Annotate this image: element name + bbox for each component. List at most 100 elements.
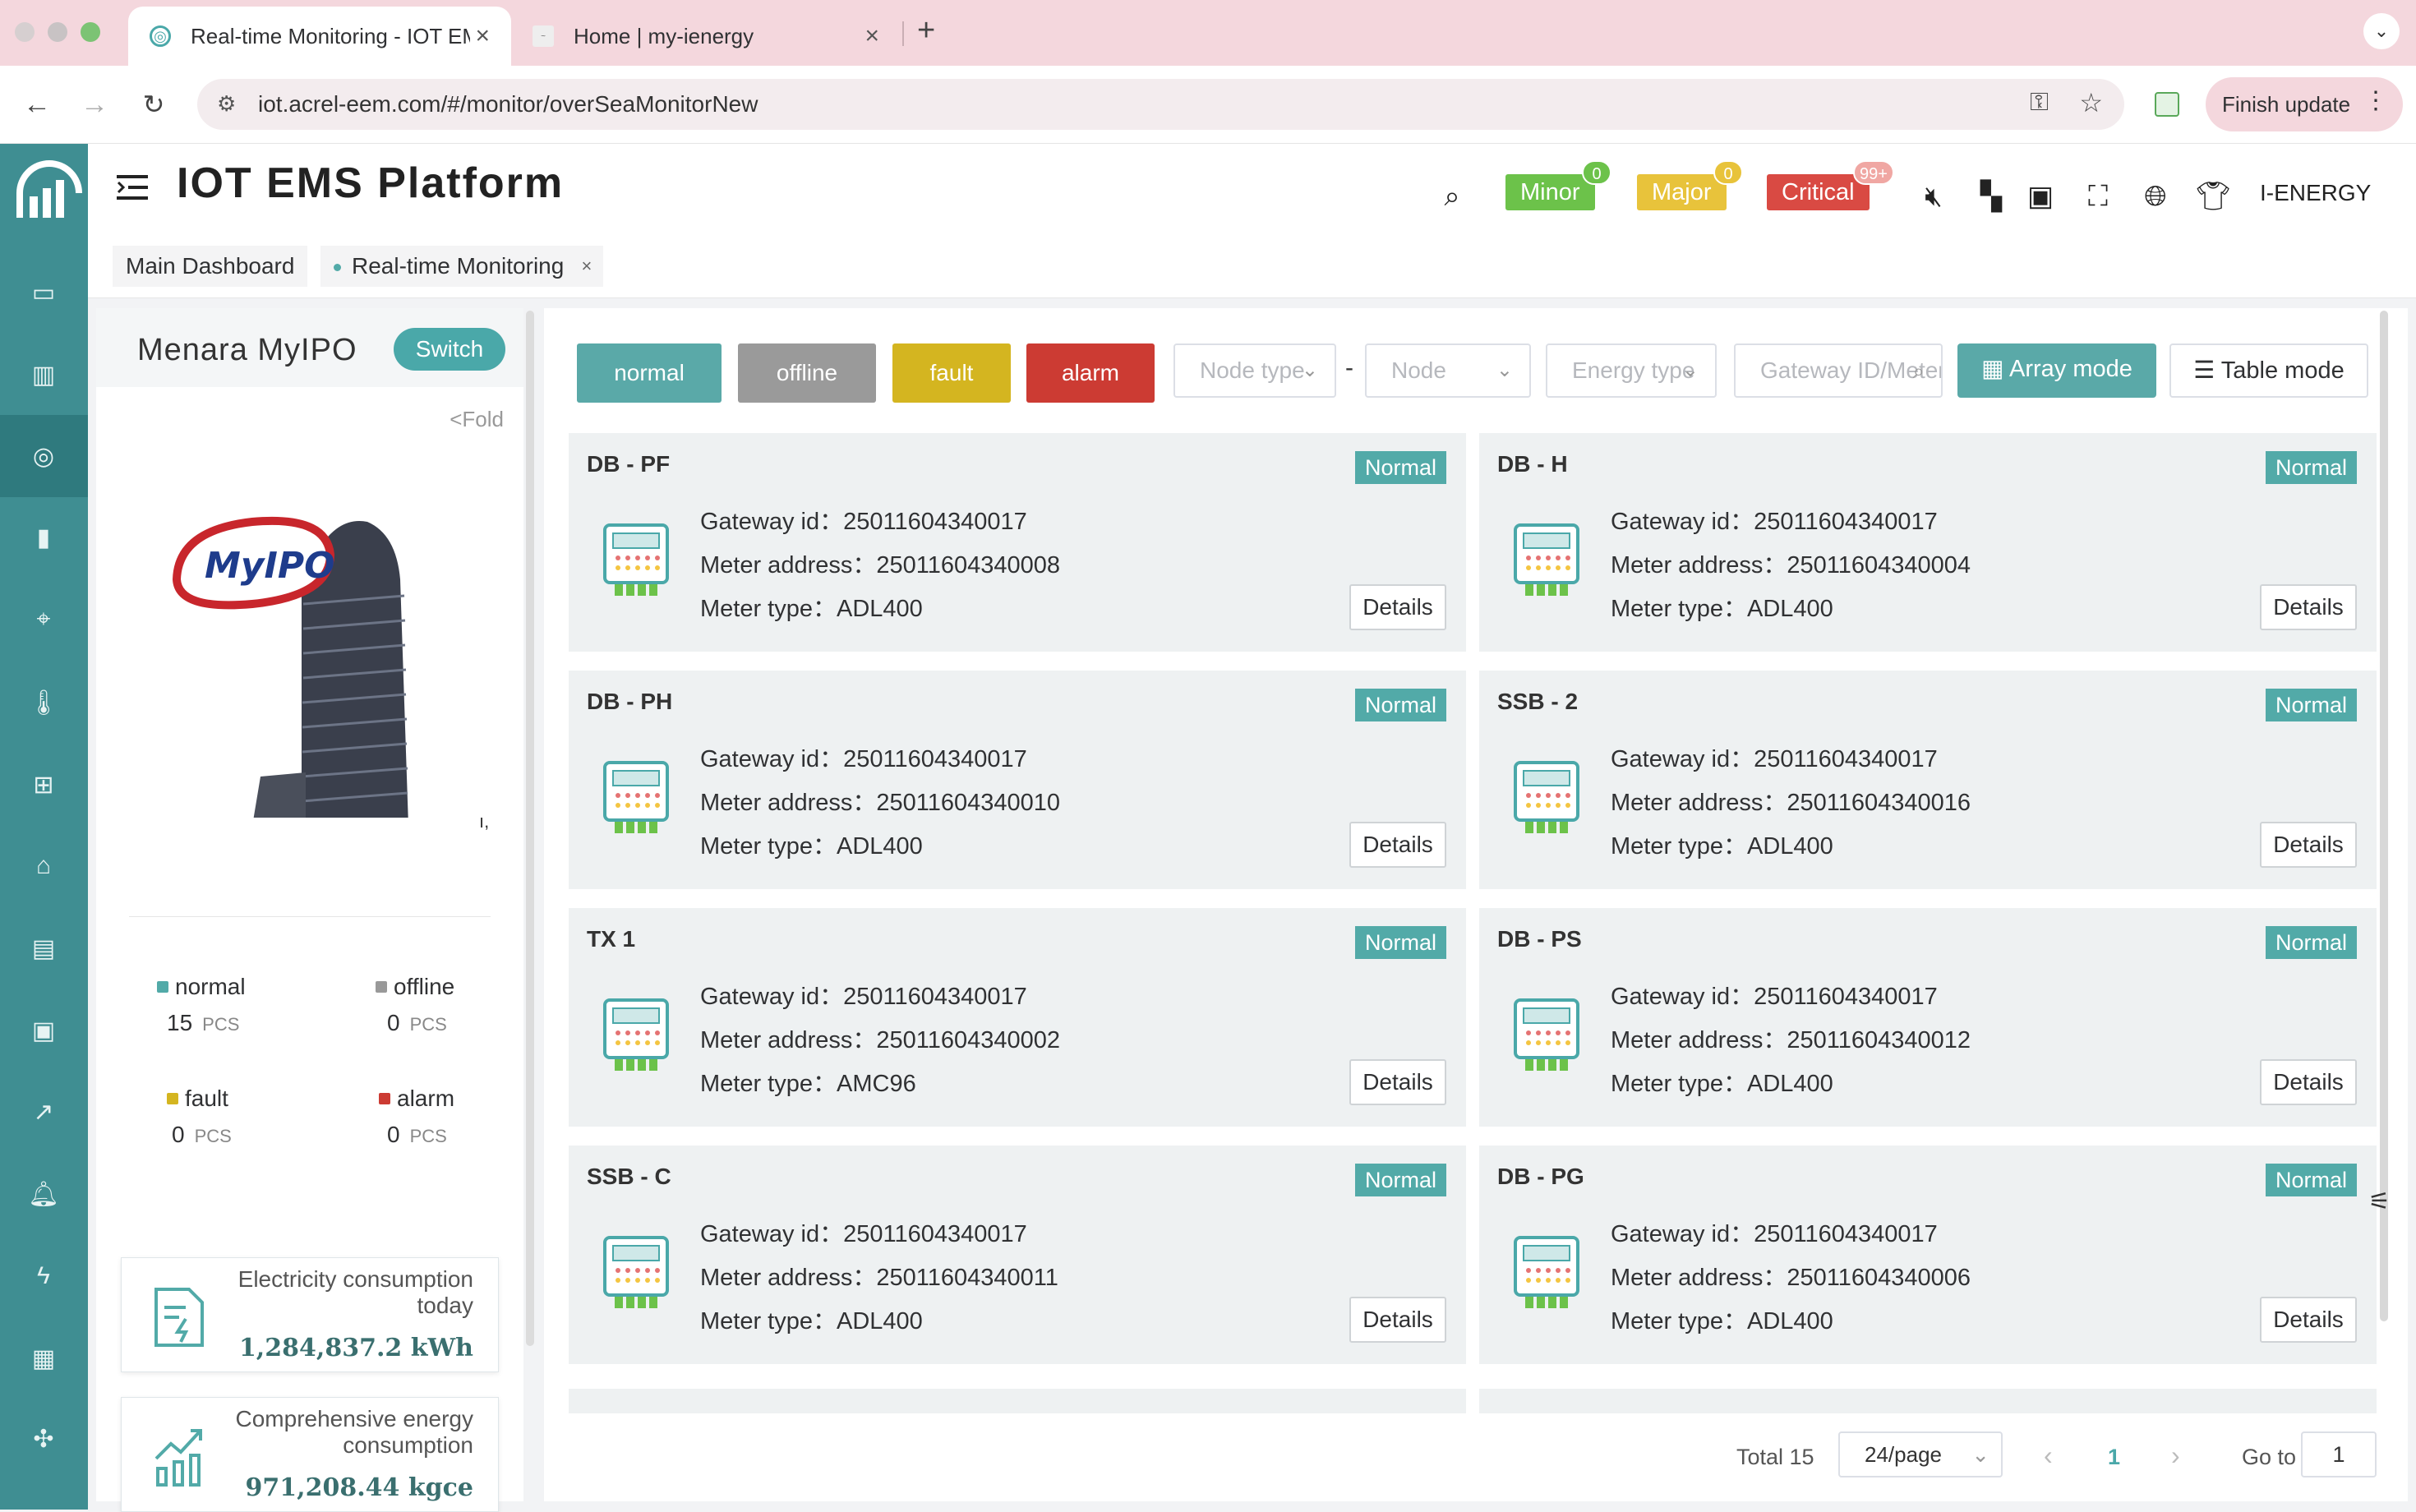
bookmark-star-icon[interactable]: ☆ [2079, 87, 2103, 118]
details-button[interactable]: Details [2260, 1297, 2357, 1343]
site-panel-scrollbar[interactable] [526, 311, 534, 1346]
minimize-window-dot[interactable] [48, 22, 67, 42]
site-settings-icon[interactable]: ⚙ [217, 91, 236, 117]
switch-site-button[interactable]: Switch [394, 328, 505, 371]
main-scrollbar[interactable] [2380, 311, 2388, 1321]
chevron-down-icon: ⌄ [1971, 1442, 1990, 1467]
report-chart-icon[interactable]: ⊞ [25, 766, 62, 804]
node-select[interactable]: Node ⌄ [1365, 343, 1531, 398]
chevron-down-icon: ⌄ [1681, 359, 1699, 381]
type-row: Meter type：ADL400 [700, 589, 923, 624]
details-button[interactable]: Details [2260, 1059, 2357, 1105]
map-icon[interactable]: ▦ [25, 1339, 62, 1377]
address-row: Meter address：25011604340004 [1611, 546, 1971, 580]
filter-normal-button[interactable]: normal [577, 343, 722, 403]
maximize-window-dot[interactable] [81, 22, 100, 42]
url-text[interactable]: iot.acrel-eem.com/#/monitor/overSeaMonit… [258, 91, 758, 118]
major-alarm-badge[interactable]: Major [1637, 174, 1727, 210]
meter-address-label: Meter address： [1611, 790, 1787, 816]
details-button[interactable]: Details [1349, 584, 1446, 630]
alarm-bell-icon[interactable]: 🔔︎ [25, 1175, 62, 1213]
gateway-search-input[interactable]: Gateway ID/Meter address ⌕ [1734, 343, 1943, 398]
trend-line-icon[interactable]: ↗ [25, 1093, 62, 1131]
thermometer-icon[interactable]: 🌡︎ [25, 684, 62, 721]
page-size-select[interactable]: 24/page ⌄ [1838, 1431, 2003, 1477]
table-mode-button[interactable]: ☰ Table mode [2169, 343, 2368, 398]
bar-chart-icon[interactable]: ▮ [25, 519, 62, 556]
location-pin-icon[interactable]: ⌖ [25, 601, 62, 638]
filter-fault-button[interactable]: fault [892, 343, 1011, 403]
prev-page-icon[interactable]: ‹ [2044, 1441, 2053, 1471]
menu-collapse-icon[interactable] [117, 173, 150, 201]
stat-value: 0 [387, 1010, 400, 1035]
building-icon[interactable]: ▥ [25, 356, 62, 394]
meter-name: DB - PF [587, 451, 671, 477]
password-key-icon[interactable]: ⚿ [2030, 89, 2049, 117]
settings-sliders-icon[interactable]: ⚟ [2368, 1187, 2391, 1216]
search-icon[interactable]: ⌕ [1436, 180, 1469, 213]
monitor-screen-icon[interactable]: ▭ [25, 274, 62, 311]
node-type-select[interactable]: Node type ⌄ [1173, 343, 1336, 398]
finish-update-button[interactable]: Finish update ⋮ [2206, 77, 2403, 131]
tab-search-chevron-icon[interactable]: ⌄ [2363, 13, 2400, 49]
analysis-screen-icon[interactable]: ▣ [25, 1012, 62, 1049]
minor-alarm-badge[interactable]: Minor [1505, 174, 1595, 210]
more-vert-icon[interactable]: ⋮ [2363, 89, 2388, 113]
mute-speaker-icon[interactable]: 🔇︎ [1917, 180, 1950, 213]
extension-icon[interactable] [2155, 92, 2179, 117]
tag-main-dashboard[interactable]: Main Dashboard [113, 246, 308, 287]
meter-type-label: Meter type： [700, 1308, 837, 1335]
network-nodes-icon[interactable]: ✣ [25, 1420, 62, 1458]
tag-realtime-monitoring[interactable]: Real-time Monitoring × [320, 246, 604, 287]
gateway-label: Gateway id： [1611, 746, 1754, 772]
back-arrow-icon[interactable]: ← [18, 85, 56, 123]
partial-card [569, 1389, 1466, 1413]
translate-icon[interactable]: 🌐︎ [2139, 180, 2172, 213]
reload-icon[interactable]: ↻ [135, 85, 173, 123]
details-button[interactable]: Details [2260, 822, 2357, 868]
theme-shirt-icon[interactable]: 👕︎ [2195, 180, 2230, 213]
factory-icon[interactable]: ⌂ [25, 847, 62, 885]
details-button[interactable]: Details [1349, 822, 1446, 868]
qr-code-icon[interactable]: ▚ [1975, 180, 2008, 213]
filter-alarm-button[interactable]: alarm [1026, 343, 1155, 403]
meter-device-icon [1512, 761, 1581, 835]
status-badge: Normal [1354, 451, 1446, 484]
browser-tab-monitoring[interactable]: ◎ Real-time Monitoring - IOT EMS × [128, 7, 511, 66]
dashboard-screen-icon[interactable]: ▣ [2024, 180, 2057, 213]
array-mode-button[interactable]: ▦ Array mode [1957, 343, 2156, 398]
normal-dot-icon [157, 981, 168, 993]
clipboard-icon[interactable]: ▤ [25, 929, 62, 967]
details-button[interactable]: Details [2260, 584, 2357, 630]
gateway-value: 25011604340017 [843, 984, 1027, 1010]
filter-offline-button[interactable]: offline [738, 343, 876, 403]
fullscreen-icon[interactable]: ⛶ [2082, 180, 2114, 213]
type-row: Meter type：AMC96 [700, 1064, 916, 1099]
goto-page-input[interactable]: 1 [2301, 1431, 2377, 1477]
goto-label: Go to [2242, 1445, 2297, 1469]
current-page[interactable]: 1 [2108, 1445, 2120, 1470]
meter-type-label: Meter type： [700, 1071, 837, 1097]
close-tab-icon[interactable]: × [475, 22, 490, 50]
address-bar[interactable]: ⚙ iot.acrel-eem.com/#/monitor/overSeaMon… [197, 79, 2124, 130]
gateway-row: Gateway id：25011604340017 [1611, 977, 1938, 1012]
site-panel: Menara MyIPO Switch <Fold MyIPO ı, norma… [96, 308, 523, 1512]
lightning-icon[interactable]: ϟ [25, 1257, 62, 1295]
browser-tab-home[interactable]: ~ Home | my-ienergy × [511, 7, 901, 66]
close-tag-icon[interactable]: × [581, 246, 592, 287]
details-button[interactable]: Details [1349, 1297, 1446, 1343]
critical-alarm-badge[interactable]: Critical [1767, 174, 1870, 210]
forward-arrow-icon[interactable]: → [76, 85, 113, 123]
stat-label: alarm [397, 1086, 455, 1111]
new-tab-icon[interactable]: + [917, 13, 935, 48]
tab-divider [902, 21, 904, 46]
user-name[interactable]: I-ENERGY [2260, 180, 2371, 206]
gateway-row: Gateway id：25011604340017 [700, 1215, 1027, 1249]
realtime-monitor-icon[interactable]: ◎ [25, 437, 62, 475]
fold-link[interactable]: <Fold [450, 407, 504, 432]
details-button[interactable]: Details [1349, 1059, 1446, 1105]
energy-type-select[interactable]: Energy type ⌄ [1546, 343, 1717, 398]
close-window-dot[interactable] [15, 22, 35, 42]
next-page-icon[interactable]: › [2171, 1441, 2180, 1471]
close-tab-icon[interactable]: × [865, 22, 879, 50]
